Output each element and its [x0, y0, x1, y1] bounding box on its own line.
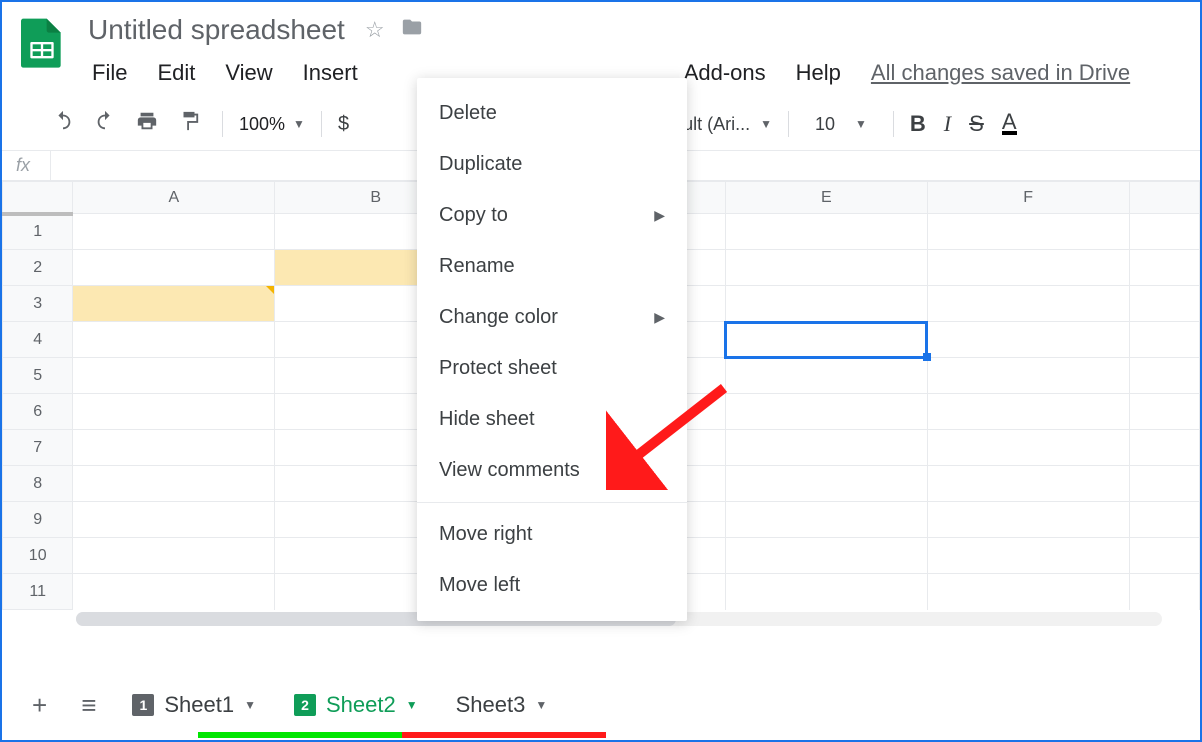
select-all-corner[interactable]	[3, 182, 73, 214]
menu-view[interactable]: View	[223, 56, 274, 90]
row-header-7[interactable]: 7	[3, 430, 73, 466]
ctx-protect-sheet[interactable]: Protect sheet	[417, 343, 687, 394]
font-size-select[interactable]: 10▼	[815, 114, 867, 135]
row-header-6[interactable]: 6	[3, 394, 73, 430]
ctx-copy-to[interactable]: Copy to▶	[417, 190, 687, 241]
save-status[interactable]: All changes saved in Drive	[869, 56, 1132, 90]
tab-label: Sheet3	[456, 692, 526, 718]
header: Untitled spreadsheet ☆ File Edit View In…	[2, 2, 1200, 90]
row-header-1[interactable]: 1	[3, 214, 73, 250]
col-header-F[interactable]: F	[927, 182, 1129, 214]
strike-button[interactable]: S	[969, 111, 984, 137]
folder-icon[interactable]	[399, 16, 425, 44]
paint-format-icon[interactable]	[172, 106, 206, 142]
tab-dropdown-icon[interactable]: ▼	[244, 698, 256, 712]
tab-sheet3[interactable]: Sheet3 ▼	[442, 684, 562, 726]
bold-button[interactable]: B	[910, 111, 926, 137]
undo-icon[interactable]	[46, 106, 80, 142]
tab-dropdown-icon[interactable]: ▼	[406, 698, 418, 712]
menu-insert[interactable]: Insert	[301, 56, 360, 90]
menu-help[interactable]: Help	[794, 56, 843, 90]
ctx-change-color[interactable]: Change color▶	[417, 292, 687, 343]
ctx-duplicate[interactable]: Duplicate	[417, 139, 687, 190]
tab-label: Sheet2	[326, 692, 396, 718]
tab-dropdown-icon[interactable]: ▼	[535, 698, 547, 712]
all-sheets-button[interactable]: ≡	[69, 686, 108, 725]
sheets-logo-icon	[14, 14, 70, 70]
ctx-view-comments[interactable]: View comments	[417, 445, 687, 496]
tab-label: Sheet1	[164, 692, 234, 718]
menu-file[interactable]: File	[90, 56, 129, 90]
tab-badge-icon: 1	[132, 694, 154, 716]
text-color-button[interactable]: A	[1002, 113, 1017, 136]
menu-edit[interactable]: Edit	[155, 56, 197, 90]
tab-badge-icon: 2	[294, 694, 316, 716]
row-header-9[interactable]: 9	[3, 502, 73, 538]
row-header-3[interactable]: 3	[3, 286, 73, 322]
menu-addons[interactable]: Add-ons	[682, 56, 768, 90]
document-title[interactable]: Untitled spreadsheet	[82, 10, 351, 50]
cell[interactable]	[73, 214, 275, 250]
add-sheet-button[interactable]: +	[20, 686, 59, 725]
ctx-hide-sheet[interactable]: Hide sheet	[417, 394, 687, 445]
row-header-2[interactable]: 2	[3, 250, 73, 286]
ctx-move-left[interactable]: Move left	[417, 560, 687, 611]
row-header-8[interactable]: 8	[3, 466, 73, 502]
submenu-arrow-icon: ▶	[654, 207, 665, 224]
sheet-tabs-bar: + ≡ 1 Sheet1 ▼ 2 Sheet2 ▼ Sheet3 ▼	[2, 678, 1200, 732]
row-header-11[interactable]: 11	[3, 574, 73, 610]
row-header-4[interactable]: 4	[3, 322, 73, 358]
ctx-move-right[interactable]: Move right	[417, 509, 687, 560]
fx-label: fx	[2, 151, 51, 180]
submenu-arrow-icon: ▶	[654, 309, 665, 326]
zoom-select[interactable]: 100%▼	[239, 114, 305, 135]
annotation-underline-red	[402, 732, 606, 738]
italic-button[interactable]: I	[944, 111, 951, 137]
row-header-5[interactable]: 5	[3, 358, 73, 394]
currency-format-button[interactable]: $	[338, 113, 349, 136]
star-icon[interactable]: ☆	[365, 17, 385, 43]
row-header-10[interactable]: 10	[3, 538, 73, 574]
cell-A3-highlighted[interactable]	[73, 286, 275, 322]
col-header-A[interactable]: A	[73, 182, 275, 214]
sheet-context-menu: Delete Duplicate Copy to▶ Rename Change …	[417, 78, 687, 621]
ctx-delete[interactable]: Delete	[417, 88, 687, 139]
cell-E4-selected[interactable]	[725, 322, 927, 358]
tab-sheet1[interactable]: 1 Sheet1 ▼	[118, 684, 270, 726]
col-header-extra[interactable]	[1129, 182, 1199, 214]
annotation-underline-green	[198, 732, 402, 738]
ctx-rename[interactable]: Rename	[417, 241, 687, 292]
print-icon[interactable]	[130, 106, 164, 142]
redo-icon[interactable]	[88, 106, 122, 142]
tab-sheet2[interactable]: 2 Sheet2 ▼	[280, 684, 432, 726]
col-header-E[interactable]: E	[725, 182, 927, 214]
